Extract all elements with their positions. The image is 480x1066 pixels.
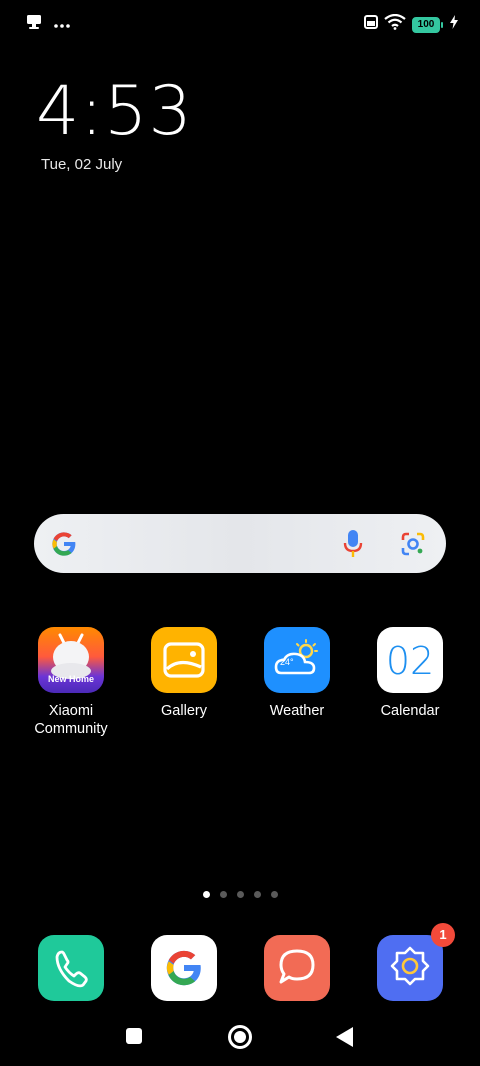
calendar-day-text: 02 bbox=[385, 639, 435, 683]
page-indicator[interactable] bbox=[203, 891, 278, 898]
dock-messages[interactable] bbox=[264, 935, 330, 1001]
notification-badge: 1 bbox=[431, 923, 455, 947]
sim-card-icon bbox=[364, 15, 378, 34]
page-dot[interactable] bbox=[237, 891, 244, 898]
dock-phone[interactable] bbox=[38, 935, 104, 1001]
gallery-icon bbox=[151, 627, 217, 693]
wifi-icon bbox=[384, 13, 406, 35]
more-dots-icon bbox=[54, 16, 70, 34]
app-label: Calendar bbox=[380, 703, 440, 719]
recents-square-icon[interactable] bbox=[126, 1028, 142, 1044]
battery-icon: 100 bbox=[412, 16, 443, 33]
xiaomi-community-icon: New Home bbox=[38, 627, 104, 693]
clock-time[interactable]: 4:53 bbox=[36, 72, 193, 151]
microphone-icon[interactable] bbox=[343, 530, 363, 563]
app-label: Xiaomi Community bbox=[34, 703, 108, 737]
page-dot[interactable] bbox=[220, 891, 227, 898]
dock-settings[interactable]: 1 bbox=[377, 923, 455, 1001]
xiaomi-community-icon-text: New Home bbox=[47, 674, 94, 684]
weather-temp-text: 24° bbox=[280, 657, 294, 667]
status-bar-left bbox=[26, 14, 70, 35]
google-g-icon bbox=[50, 530, 78, 563]
status-bar-right: 100 bbox=[364, 13, 458, 35]
page-dot[interactable] bbox=[203, 891, 210, 898]
dock-google[interactable] bbox=[151, 935, 217, 1001]
app-label: Gallery bbox=[161, 703, 207, 719]
app-xiaomi-community[interactable]: New Home Xiaomi Community bbox=[16, 627, 126, 738]
app-calendar[interactable]: 02 Calendar bbox=[355, 627, 465, 720]
google-lens-icon[interactable] bbox=[400, 531, 426, 562]
charging-bolt-icon bbox=[450, 15, 458, 34]
page-dot[interactable] bbox=[254, 891, 261, 898]
calendar-icon: 02 bbox=[377, 627, 443, 693]
app-label: Weather bbox=[269, 703, 325, 719]
app-weather[interactable]: 24° Weather bbox=[242, 627, 352, 720]
clock-date[interactable]: Tue, 02 July bbox=[41, 156, 122, 173]
back-triangle-icon[interactable] bbox=[336, 1027, 353, 1047]
home-circle-icon[interactable] bbox=[228, 1025, 252, 1049]
page-dot[interactable] bbox=[271, 891, 278, 898]
desktop-notification-icon bbox=[26, 14, 42, 35]
app-gallery[interactable]: Gallery bbox=[129, 627, 239, 720]
weather-icon: 24° bbox=[264, 627, 330, 693]
google-search-bar[interactable] bbox=[34, 514, 446, 573]
